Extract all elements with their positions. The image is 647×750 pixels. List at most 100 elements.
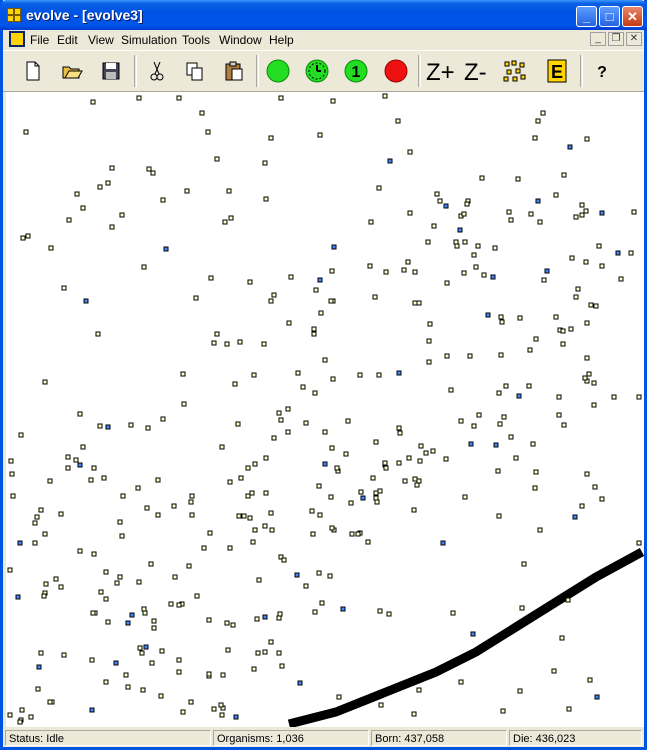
organism <box>328 298 334 304</box>
run-icon[interactable] <box>266 59 290 83</box>
help-icon[interactable]: ? <box>590 59 614 83</box>
organism <box>310 531 316 537</box>
toolbar-separator <box>134 55 137 87</box>
organism <box>150 170 156 176</box>
organism <box>551 668 557 674</box>
organism <box>425 239 431 245</box>
zoom-out-icon[interactable]: Z- <box>463 59 495 86</box>
organism <box>77 411 83 417</box>
organism <box>311 331 317 337</box>
organism <box>7 712 13 718</box>
menu-simulation[interactable]: Simulation <box>121 32 177 48</box>
organism <box>395 118 401 124</box>
organism <box>611 394 617 400</box>
energy-grid-icon[interactable]: E <box>545 59 569 83</box>
organism <box>560 328 566 334</box>
mdi-close-button[interactable]: ✕ <box>626 32 642 46</box>
status-state: Status: Idle <box>5 730 211 746</box>
scatter-view-icon[interactable] <box>503 59 527 83</box>
organism <box>103 596 109 602</box>
menu-edit[interactable]: Edit <box>57 32 78 48</box>
organism <box>180 709 186 715</box>
new-document-icon[interactable] <box>21 59 45 83</box>
menu-file[interactable]: File <box>30 32 49 48</box>
organism <box>232 381 238 387</box>
organism <box>214 156 220 162</box>
organism <box>378 702 384 708</box>
organism <box>309 508 315 514</box>
menu-view[interactable]: View <box>88 32 114 48</box>
zoom-in-icon[interactable]: Z+ <box>425 59 457 86</box>
organism <box>38 650 44 656</box>
save-icon[interactable] <box>99 59 123 83</box>
organism <box>519 605 525 611</box>
organism <box>207 530 213 536</box>
organism <box>224 620 230 626</box>
organism <box>83 298 89 304</box>
organism <box>382 460 388 466</box>
organism <box>461 270 467 276</box>
organism <box>66 217 72 223</box>
organism <box>588 302 594 308</box>
organism <box>61 285 67 291</box>
timer-icon[interactable] <box>305 59 329 83</box>
organism <box>163 246 169 252</box>
close-button[interactable]: ✕ <box>622 6 643 27</box>
menu-help[interactable]: Help <box>269 32 294 48</box>
organism <box>579 202 585 208</box>
organism <box>311 326 317 332</box>
minimize-button[interactable]: _ <box>576 6 597 27</box>
organism <box>360 495 366 501</box>
simulation-canvas[interactable] <box>6 92 644 727</box>
organism <box>383 465 389 471</box>
step-icon[interactable]: 1 <box>344 59 368 83</box>
organism <box>569 255 575 261</box>
organism <box>141 606 147 612</box>
organism <box>129 612 135 618</box>
organism <box>513 455 519 461</box>
organism <box>461 211 467 217</box>
organism <box>220 672 226 678</box>
organism <box>584 136 590 142</box>
organism <box>492 245 498 251</box>
organism <box>568 326 574 332</box>
menu-window[interactable]: Window <box>219 32 262 48</box>
energy-grid-label: E <box>551 62 563 82</box>
organism <box>222 219 228 225</box>
open-folder-icon[interactable] <box>60 59 84 83</box>
organism <box>501 414 507 420</box>
paste-icon[interactable] <box>222 59 246 83</box>
stop-icon[interactable] <box>384 59 408 83</box>
mdi-minimize-button[interactable]: _ <box>590 32 606 46</box>
organism <box>584 355 590 361</box>
organism <box>458 679 464 685</box>
organism <box>8 458 14 464</box>
maximize-button[interactable]: □ <box>599 6 620 27</box>
organism <box>255 650 261 656</box>
organism <box>297 680 303 686</box>
title-bar[interactable]: evolve - [evolve3] _ □ ✕ <box>0 0 647 30</box>
menu-tools[interactable]: Tools <box>182 32 210 48</box>
organism <box>330 98 336 104</box>
copy-icon[interactable] <box>183 59 207 83</box>
organism <box>416 300 422 306</box>
organism <box>225 647 231 653</box>
organism <box>109 224 115 230</box>
step-icon-label: 1 <box>352 64 361 81</box>
document-icon[interactable] <box>9 31 25 47</box>
organism <box>17 540 23 546</box>
organism <box>579 212 585 218</box>
organism <box>470 631 476 637</box>
organism <box>19 707 25 713</box>
organism <box>402 478 408 484</box>
organism <box>42 379 48 385</box>
organism <box>9 471 15 477</box>
organism <box>189 493 195 499</box>
organism <box>508 434 514 440</box>
organism <box>155 512 161 518</box>
cut-icon[interactable] <box>145 59 169 83</box>
mdi-restore-button[interactable]: ❐ <box>608 32 624 46</box>
organism <box>119 533 125 539</box>
organism <box>180 371 186 377</box>
organism <box>89 707 95 713</box>
